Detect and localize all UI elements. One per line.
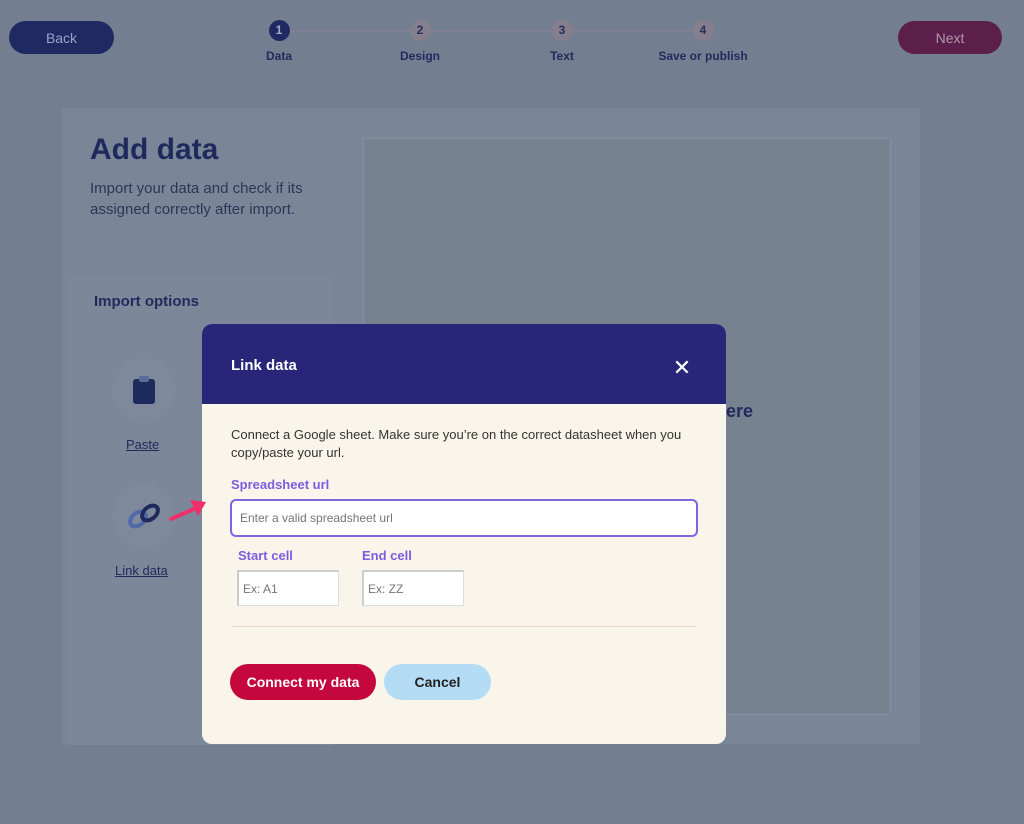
start-cell-label: Start cell <box>238 548 293 563</box>
step-number: 1 <box>268 20 290 41</box>
step-design[interactable]: 2 Design <box>360 20 480 63</box>
link-data-dialog: Link data ✕ Connect a Google sheet. Make… <box>202 324 726 744</box>
next-button[interactable]: Next <box>898 21 1002 54</box>
step-save-publish[interactable]: 4 Save or publish <box>643 20 763 63</box>
clipboard-icon <box>133 376 155 404</box>
cancel-button[interactable]: Cancel <box>384 664 491 700</box>
step-text[interactable]: 3 Text <box>502 20 622 63</box>
page-subtitle: Import your data and check if its assign… <box>90 180 303 218</box>
annotation-arrow-icon <box>169 500 206 521</box>
link-icon <box>128 503 160 529</box>
spreadsheet-url-input[interactable] <box>230 499 698 537</box>
close-icon[interactable]: ✕ <box>672 357 692 379</box>
step-label: Save or publish <box>658 49 748 63</box>
step-label: Text <box>550 49 574 63</box>
step-label: Data <box>265 49 292 63</box>
dialog-header: Link data ✕ <box>202 324 726 404</box>
page-title: Add data <box>90 133 219 166</box>
start-cell-input[interactable] <box>237 570 339 606</box>
paste-option-button[interactable] <box>112 358 176 422</box>
dialog-description: Connect a Google sheet. Make sure you’re… <box>231 427 682 460</box>
step-label: Design <box>399 49 440 63</box>
paste-option-link[interactable]: Paste <box>126 437 159 452</box>
import-options-title: Import options <box>94 293 199 310</box>
step-number: 2 <box>409 20 431 41</box>
spreadsheet-url-label: Spreadsheet url <box>231 477 330 492</box>
back-button[interactable]: Back <box>9 21 114 54</box>
end-cell-input[interactable] <box>362 570 464 606</box>
drop-zone-text: ere <box>726 401 754 421</box>
dialog-title: Link data <box>231 357 297 374</box>
connect-my-data-button[interactable]: Connect my data <box>230 664 376 700</box>
step-data[interactable]: 1 Data <box>219 20 339 63</box>
divider <box>231 626 697 627</box>
link-data-option-link[interactable]: Link data <box>115 563 168 578</box>
step-number: 3 <box>551 20 573 41</box>
step-number: 4 <box>692 20 714 41</box>
link-data-option-button[interactable] <box>112 484 176 548</box>
end-cell-label: End cell <box>362 548 412 563</box>
